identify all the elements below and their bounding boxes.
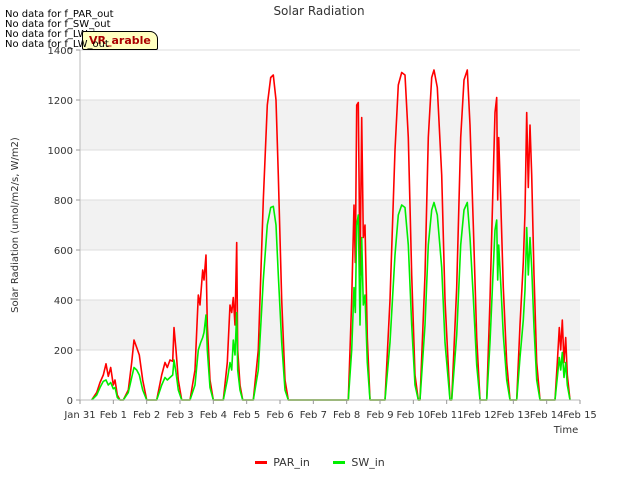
plot-band	[80, 200, 580, 250]
no-data-message: No data for f_LW_out	[5, 39, 109, 50]
legend-item-sw-in: SW_in	[333, 456, 385, 469]
x-tick-label: Feb 10	[397, 410, 431, 421]
legend-swatch	[255, 461, 268, 464]
x-tick-label: Feb 8	[333, 410, 360, 421]
x-tick-label: Feb 12	[463, 410, 497, 421]
legend-swatch	[333, 461, 346, 464]
chart-title: Solar Radiation	[273, 4, 364, 18]
legend-label: PAR_in	[273, 456, 310, 469]
x-tick-label: Feb 15	[563, 410, 597, 421]
x-tick-label: Feb 6	[266, 410, 293, 421]
y-tick-labels: 0200400600800100012001400	[48, 46, 80, 407]
y-tick-label: 0	[67, 396, 73, 407]
x-tick-labels: Jan 31 Feb 1 Feb 2 Feb 3 Feb 4 Feb 5 Feb 6 Feb …	[63, 400, 597, 421]
legend-label: SW_in	[351, 456, 385, 469]
y-tick-label: 800	[54, 196, 73, 207]
y-tick-label: 400	[54, 296, 73, 307]
x-tick-label: Feb 11	[430, 410, 464, 421]
x-tick-label: Feb 2	[133, 410, 160, 421]
x-tick-label: Feb 7	[300, 410, 327, 421]
x-tick-label: Feb 5	[233, 410, 260, 421]
y-tick-label: 600	[54, 246, 73, 257]
y-tick-label: 1000	[48, 146, 73, 157]
x-tick-label: Feb 9	[366, 410, 393, 421]
x-tick-label: Feb 4	[200, 410, 227, 421]
legend: PAR_in SW_in	[0, 454, 640, 469]
y-tick-label: 1200	[48, 96, 73, 107]
y-tick-label: 200	[54, 346, 73, 357]
x-tick-label: Feb 14	[530, 410, 564, 421]
x-tick-label: Jan 31	[63, 410, 95, 421]
x-tick-label: Feb 13	[497, 410, 531, 421]
x-axis-label: Time	[553, 425, 578, 436]
solar-radiation-chart: 0200400600800100012001400 Jan 31 Feb 1 Feb…	[10, 4, 597, 436]
x-tick-label: Feb 1	[100, 410, 127, 421]
legend-item-par-in: PAR_in	[255, 456, 310, 469]
plot-band	[80, 100, 580, 150]
x-tick-label: Feb 3	[166, 410, 193, 421]
y-axis-label: Solar Radiation (umol/m2/s, W/m2)	[10, 137, 21, 313]
